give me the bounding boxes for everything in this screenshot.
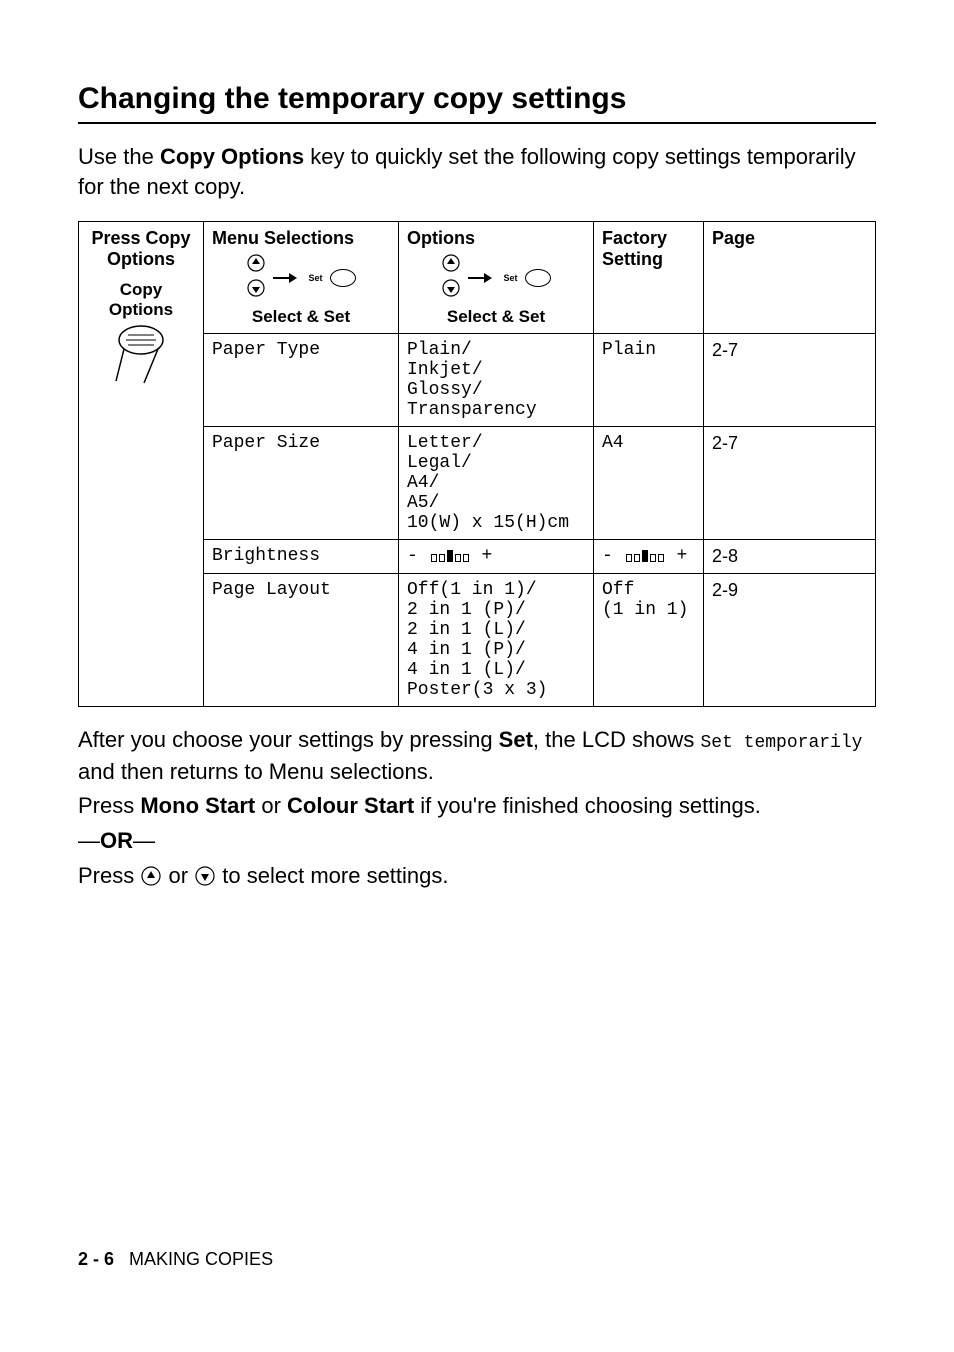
set-button-icon <box>330 269 356 287</box>
col3-header: Options <box>407 228 585 249</box>
down-arrow-icon <box>194 865 216 887</box>
col4-header-line2: Setting <box>602 249 695 270</box>
menu-selection: Paper Size <box>204 427 399 540</box>
section-heading: Changing the temporary copy settings <box>78 82 876 124</box>
col1-header-line2: Options <box>87 249 195 270</box>
options-cell: - + <box>399 540 594 574</box>
menu-selection: Page Layout <box>204 574 399 707</box>
up-arrow-icon <box>140 865 162 887</box>
down-arrow-icon <box>246 278 266 298</box>
copy-label: Copy <box>87 280 195 300</box>
select-set-label: Select & Set <box>407 307 585 327</box>
intro-prefix: Use the <box>78 144 160 169</box>
menu-selection: Paper Type <box>204 334 399 427</box>
select-set-label: Select & Set <box>212 307 390 327</box>
footer-section: MAKING COPIES <box>129 1249 273 1269</box>
menu-selection: Brightness <box>204 540 399 574</box>
right-arrow-icon <box>273 271 297 285</box>
col4-header-line1: Factory <box>602 228 695 249</box>
page-ref: 2-8 <box>704 540 876 574</box>
intro-paragraph: Use the Copy Options key to quickly set … <box>78 142 876 201</box>
copy-options-button-icon <box>114 325 168 385</box>
copy-options-table: Press Copy Options Copy Options <box>78 221 876 707</box>
up-arrow-icon <box>441 253 461 273</box>
right-arrow-icon <box>468 271 492 285</box>
page-ref: 2-7 <box>704 334 876 427</box>
col5-header: Page <box>712 228 755 248</box>
col2-header: Menu Selections <box>212 228 390 249</box>
options-cell: Letter/ Legal/ A4/ A5/ 10(W) x 15(H)cm <box>399 427 594 540</box>
page-ref: 2-9 <box>704 574 876 707</box>
page-footer: 2 - 6 MAKING COPIES <box>78 1249 273 1270</box>
set-label: Set <box>504 273 518 283</box>
factory-setting: - + <box>594 540 704 574</box>
down-arrow-icon <box>441 278 461 298</box>
col1-header-line1: Press Copy <box>87 228 195 249</box>
brightness-scale-icon <box>626 550 664 562</box>
brightness-scale-icon <box>431 550 469 562</box>
intro-bold: Copy Options <box>160 144 304 169</box>
after-table-text: After you choose your settings by pressi… <box>78 725 876 891</box>
options-cell: Plain/ Inkjet/ Glossy/ Transparency <box>399 334 594 427</box>
options-label: Options <box>87 300 195 320</box>
set-button-icon <box>525 269 551 287</box>
up-arrow-icon <box>246 253 266 273</box>
page-number: 2 - 6 <box>78 1249 114 1269</box>
factory-setting: Off (1 in 1) <box>594 574 704 707</box>
options-cell: Off(1 in 1)/ 2 in 1 (P)/ 2 in 1 (L)/ 4 i… <box>399 574 594 707</box>
factory-setting: Plain <box>594 334 704 427</box>
page-ref: 2-7 <box>704 427 876 540</box>
set-label: Set <box>309 273 323 283</box>
factory-setting: A4 <box>594 427 704 540</box>
